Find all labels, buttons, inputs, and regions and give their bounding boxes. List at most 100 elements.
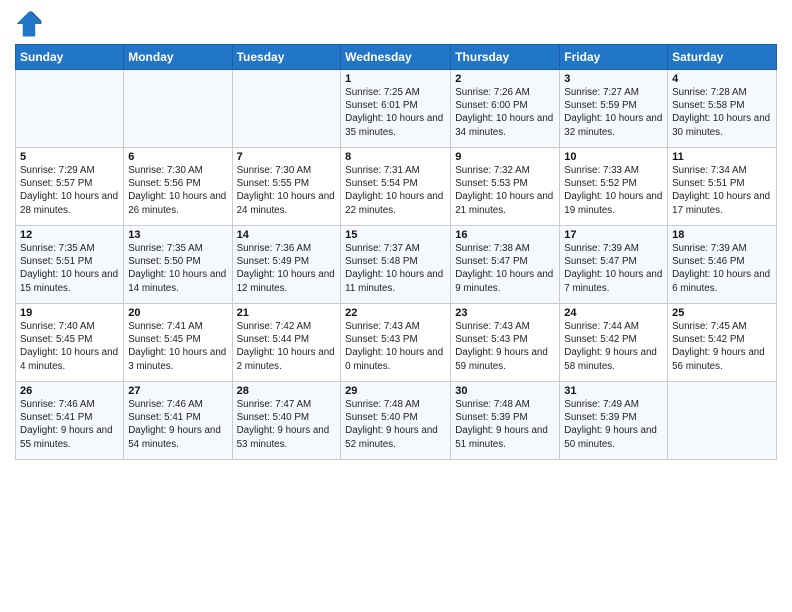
day-info: Sunrise: 7:46 AMSunset: 5:41 PMDaylight:…	[128, 398, 227, 451]
calendar-cell: 31Sunrise: 7:49 AMSunset: 5:39 PMDayligh…	[560, 382, 668, 460]
day-number: 21	[237, 307, 337, 319]
day-number: 16	[455, 229, 555, 241]
day-info: Sunrise: 7:31 AMSunset: 5:54 PMDaylight:…	[345, 164, 446, 217]
calendar-week-row: 5Sunrise: 7:29 AMSunset: 5:57 PMDaylight…	[16, 148, 777, 226]
calendar-cell: 2Sunrise: 7:26 AMSunset: 6:00 PMDaylight…	[451, 70, 560, 148]
day-number: 5	[20, 151, 119, 163]
calendar-cell: 23Sunrise: 7:43 AMSunset: 5:43 PMDayligh…	[451, 304, 560, 382]
day-info: Sunrise: 7:46 AMSunset: 5:41 PMDaylight:…	[20, 398, 119, 451]
calendar-cell: 7Sunrise: 7:30 AMSunset: 5:55 PMDaylight…	[232, 148, 341, 226]
calendar-cell: 27Sunrise: 7:46 AMSunset: 5:41 PMDayligh…	[124, 382, 232, 460]
day-number: 8	[345, 151, 446, 163]
day-number: 20	[128, 307, 227, 319]
calendar-cell: 5Sunrise: 7:29 AMSunset: 5:57 PMDaylight…	[16, 148, 124, 226]
calendar-cell	[16, 70, 124, 148]
day-info: Sunrise: 7:28 AMSunset: 5:58 PMDaylight:…	[672, 86, 772, 139]
day-info: Sunrise: 7:44 AMSunset: 5:42 PMDaylight:…	[564, 320, 663, 373]
day-info: Sunrise: 7:48 AMSunset: 5:39 PMDaylight:…	[455, 398, 555, 451]
day-number: 12	[20, 229, 119, 241]
calendar-cell: 12Sunrise: 7:35 AMSunset: 5:51 PMDayligh…	[16, 226, 124, 304]
day-info: Sunrise: 7:40 AMSunset: 5:45 PMDaylight:…	[20, 320, 119, 373]
calendar-week-row: 12Sunrise: 7:35 AMSunset: 5:51 PMDayligh…	[16, 226, 777, 304]
day-info: Sunrise: 7:35 AMSunset: 5:51 PMDaylight:…	[20, 242, 119, 295]
calendar-cell: 26Sunrise: 7:46 AMSunset: 5:41 PMDayligh…	[16, 382, 124, 460]
calendar-cell: 22Sunrise: 7:43 AMSunset: 5:43 PMDayligh…	[341, 304, 451, 382]
day-number: 31	[564, 385, 663, 397]
calendar-cell	[124, 70, 232, 148]
day-info: Sunrise: 7:37 AMSunset: 5:48 PMDaylight:…	[345, 242, 446, 295]
weekday-header-friday: Friday	[560, 45, 668, 70]
day-info: Sunrise: 7:38 AMSunset: 5:47 PMDaylight:…	[455, 242, 555, 295]
day-info: Sunrise: 7:45 AMSunset: 5:42 PMDaylight:…	[672, 320, 772, 373]
day-number: 9	[455, 151, 555, 163]
logo	[15, 10, 47, 38]
day-number: 27	[128, 385, 227, 397]
day-number: 14	[237, 229, 337, 241]
calendar-week-row: 26Sunrise: 7:46 AMSunset: 5:41 PMDayligh…	[16, 382, 777, 460]
calendar-cell	[232, 70, 341, 148]
calendar-cell	[668, 382, 777, 460]
calendar-table: SundayMondayTuesdayWednesdayThursdayFrid…	[15, 44, 777, 460]
weekday-header-sunday: Sunday	[16, 45, 124, 70]
logo-icon	[15, 10, 43, 38]
page: SundayMondayTuesdayWednesdayThursdayFrid…	[0, 0, 792, 612]
calendar-cell: 17Sunrise: 7:39 AMSunset: 5:47 PMDayligh…	[560, 226, 668, 304]
calendar-cell: 16Sunrise: 7:38 AMSunset: 5:47 PMDayligh…	[451, 226, 560, 304]
day-number: 10	[564, 151, 663, 163]
day-info: Sunrise: 7:30 AMSunset: 5:56 PMDaylight:…	[128, 164, 227, 217]
weekday-header-monday: Monday	[124, 45, 232, 70]
day-info: Sunrise: 7:25 AMSunset: 6:01 PMDaylight:…	[345, 86, 446, 139]
day-info: Sunrise: 7:43 AMSunset: 5:43 PMDaylight:…	[455, 320, 555, 373]
weekday-header-row: SundayMondayTuesdayWednesdayThursdayFrid…	[16, 45, 777, 70]
calendar-week-row: 19Sunrise: 7:40 AMSunset: 5:45 PMDayligh…	[16, 304, 777, 382]
day-number: 19	[20, 307, 119, 319]
day-number: 30	[455, 385, 555, 397]
day-number: 28	[237, 385, 337, 397]
calendar-cell: 29Sunrise: 7:48 AMSunset: 5:40 PMDayligh…	[341, 382, 451, 460]
day-info: Sunrise: 7:39 AMSunset: 5:46 PMDaylight:…	[672, 242, 772, 295]
day-info: Sunrise: 7:33 AMSunset: 5:52 PMDaylight:…	[564, 164, 663, 217]
day-info: Sunrise: 7:39 AMSunset: 5:47 PMDaylight:…	[564, 242, 663, 295]
day-number: 24	[564, 307, 663, 319]
weekday-header-wednesday: Wednesday	[341, 45, 451, 70]
weekday-header-tuesday: Tuesday	[232, 45, 341, 70]
calendar-cell: 25Sunrise: 7:45 AMSunset: 5:42 PMDayligh…	[668, 304, 777, 382]
calendar-cell: 8Sunrise: 7:31 AMSunset: 5:54 PMDaylight…	[341, 148, 451, 226]
calendar-cell: 4Sunrise: 7:28 AMSunset: 5:58 PMDaylight…	[668, 70, 777, 148]
calendar-cell: 13Sunrise: 7:35 AMSunset: 5:50 PMDayligh…	[124, 226, 232, 304]
day-number: 1	[345, 73, 446, 85]
day-number: 6	[128, 151, 227, 163]
day-number: 3	[564, 73, 663, 85]
day-number: 7	[237, 151, 337, 163]
calendar-cell: 10Sunrise: 7:33 AMSunset: 5:52 PMDayligh…	[560, 148, 668, 226]
calendar-cell: 14Sunrise: 7:36 AMSunset: 5:49 PMDayligh…	[232, 226, 341, 304]
day-info: Sunrise: 7:47 AMSunset: 5:40 PMDaylight:…	[237, 398, 337, 451]
calendar-cell: 28Sunrise: 7:47 AMSunset: 5:40 PMDayligh…	[232, 382, 341, 460]
day-number: 18	[672, 229, 772, 241]
calendar-cell: 11Sunrise: 7:34 AMSunset: 5:51 PMDayligh…	[668, 148, 777, 226]
day-number: 2	[455, 73, 555, 85]
calendar-cell: 21Sunrise: 7:42 AMSunset: 5:44 PMDayligh…	[232, 304, 341, 382]
day-info: Sunrise: 7:48 AMSunset: 5:40 PMDaylight:…	[345, 398, 446, 451]
day-info: Sunrise: 7:27 AMSunset: 5:59 PMDaylight:…	[564, 86, 663, 139]
day-number: 23	[455, 307, 555, 319]
calendar-cell: 9Sunrise: 7:32 AMSunset: 5:53 PMDaylight…	[451, 148, 560, 226]
calendar-cell: 3Sunrise: 7:27 AMSunset: 5:59 PMDaylight…	[560, 70, 668, 148]
day-info: Sunrise: 7:49 AMSunset: 5:39 PMDaylight:…	[564, 398, 663, 451]
day-number: 22	[345, 307, 446, 319]
day-info: Sunrise: 7:26 AMSunset: 6:00 PMDaylight:…	[455, 86, 555, 139]
day-info: Sunrise: 7:30 AMSunset: 5:55 PMDaylight:…	[237, 164, 337, 217]
day-info: Sunrise: 7:32 AMSunset: 5:53 PMDaylight:…	[455, 164, 555, 217]
day-number: 17	[564, 229, 663, 241]
day-info: Sunrise: 7:43 AMSunset: 5:43 PMDaylight:…	[345, 320, 446, 373]
weekday-header-thursday: Thursday	[451, 45, 560, 70]
day-number: 29	[345, 385, 446, 397]
day-info: Sunrise: 7:35 AMSunset: 5:50 PMDaylight:…	[128, 242, 227, 295]
day-number: 26	[20, 385, 119, 397]
day-info: Sunrise: 7:34 AMSunset: 5:51 PMDaylight:…	[672, 164, 772, 217]
day-number: 25	[672, 307, 772, 319]
day-info: Sunrise: 7:41 AMSunset: 5:45 PMDaylight:…	[128, 320, 227, 373]
day-number: 13	[128, 229, 227, 241]
day-info: Sunrise: 7:42 AMSunset: 5:44 PMDaylight:…	[237, 320, 337, 373]
calendar-cell: 18Sunrise: 7:39 AMSunset: 5:46 PMDayligh…	[668, 226, 777, 304]
